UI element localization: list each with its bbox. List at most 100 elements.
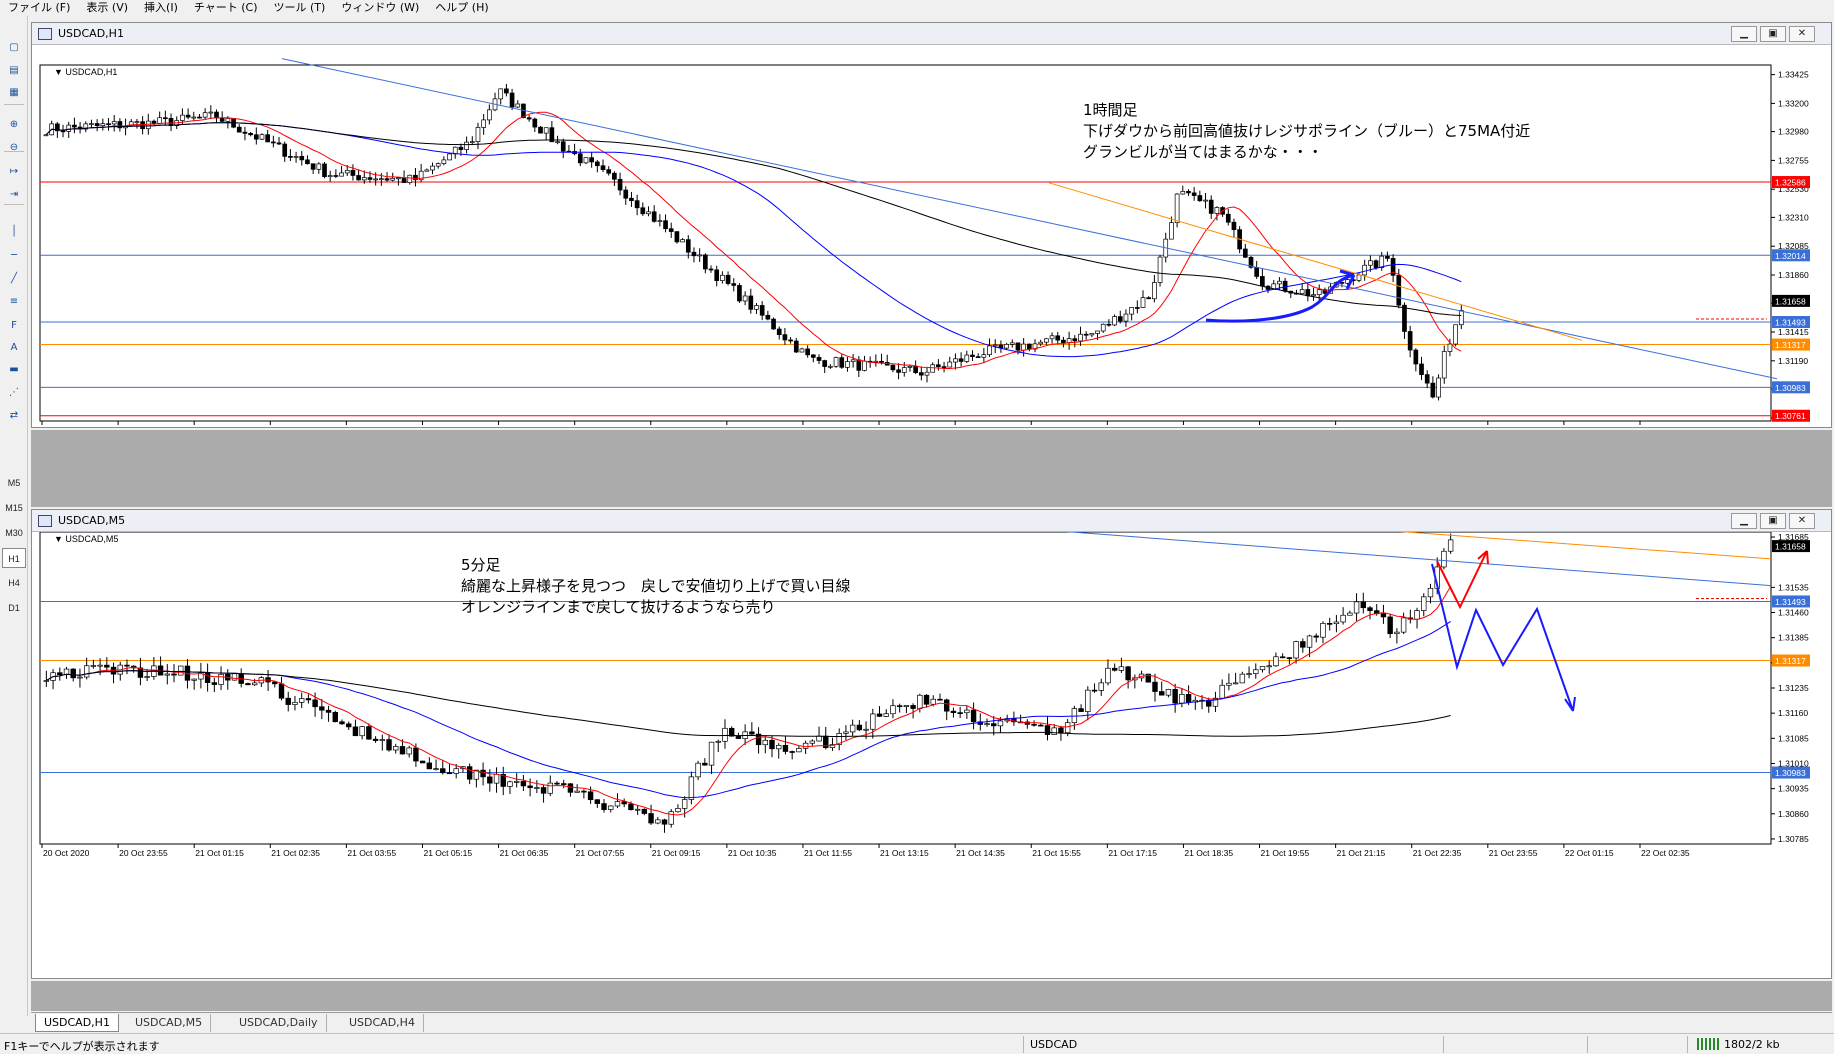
candle-body: [802, 742, 809, 749]
menu-item-2[interactable]: 挿入(I): [136, 0, 186, 15]
price-tick-label: 1.33200: [1778, 98, 1809, 108]
window-titlebar[interactable]: USDCAD,M5 ▁ ▣ ✕: [32, 510, 1831, 532]
time-tick-label: 6 Oct 04:00: [347, 425, 391, 427]
maximize-button[interactable]: ▣: [1760, 513, 1786, 529]
candle-body: [1305, 289, 1311, 297]
candle-body: [134, 121, 140, 123]
time-tick-label: 12 Oct 04:00: [804, 425, 853, 427]
candle-body: [1112, 316, 1117, 326]
timeframe-h1[interactable]: H1: [2, 548, 26, 568]
channel-icon[interactable]: ≡: [3, 292, 25, 312]
timeframe-d1[interactable]: D1: [2, 598, 26, 618]
candle-body: [883, 713, 889, 717]
menu-item-6[interactable]: ヘルプ (H): [427, 0, 496, 15]
level-price-label: 1.30983: [1775, 768, 1806, 778]
zoom-in-icon[interactable]: ⊕: [3, 115, 25, 135]
time-tick-label: 15 Oct 12:00: [1184, 425, 1233, 427]
candle-body: [805, 348, 810, 356]
time-tick-label: 12 Oct 20:00: [880, 425, 929, 427]
chart-window-h1[interactable]: USDCAD,H1 ▁ ▣ ✕ ▼ USDCAD,H1 1.33425 1.3320…: [31, 22, 1832, 428]
chart-shift-icon[interactable]: ↦: [3, 162, 25, 182]
time-tick-label: 21 Oct 23:55: [1489, 848, 1538, 858]
h1-chart-canvas[interactable]: ▼ USDCAD,H1 1.33425 1.33200 1.32980 1.32755 1…: [32, 45, 1831, 427]
menu-item-3[interactable]: チャート (C): [186, 0, 266, 15]
candle-body: [856, 359, 862, 371]
candle-body: [910, 705, 916, 709]
rectangle-icon[interactable]: ▬: [3, 360, 25, 380]
menu-item-5[interactable]: ウィンドウ (W): [333, 0, 427, 15]
vertical-line-icon[interactable]: │: [3, 222, 25, 242]
chart-window-m5[interactable]: USDCAD,M5 ▁ ▣ ✕ ▼ USDCAD,M5 1.31685 1.3153…: [31, 509, 1832, 979]
candle-body: [833, 357, 839, 367]
timeframe-m15[interactable]: M15: [2, 498, 26, 518]
candle-body: [685, 239, 691, 253]
candle-body: [1353, 601, 1360, 614]
horizontal-line-icon[interactable]: ─: [3, 246, 25, 266]
candle-body: [312, 699, 318, 708]
candle-body: [453, 768, 459, 774]
time-tick-label: 21 Oct 13:15: [880, 848, 929, 858]
arrows-icon[interactable]: ⇄: [3, 406, 25, 426]
trendline-icon[interactable]: ╱: [3, 269, 25, 289]
candle-body: [651, 211, 657, 222]
status-help-text: F1キーでヘルプが表示されます: [4, 1040, 160, 1053]
autoscroll-icon[interactable]: ⇥: [3, 185, 25, 205]
candle-body: [1118, 666, 1125, 671]
candle-body: [1259, 666, 1266, 671]
close-button[interactable]: ✕: [1789, 26, 1815, 42]
tab-usdcad-h4[interactable]: USDCAD,H4: [341, 1014, 424, 1032]
minimize-button[interactable]: ▁: [1731, 26, 1757, 42]
menu-item-1[interactable]: 表示 (V): [78, 0, 136, 15]
minimize-button[interactable]: ▁: [1731, 513, 1757, 529]
candle-body: [97, 664, 103, 667]
candle-body: [1232, 682, 1239, 685]
new-chart-icon[interactable]: ▢: [3, 38, 25, 58]
timeframe-m5[interactable]: M5: [2, 473, 26, 493]
time-tick-label: 21 Oct 17:15: [1108, 848, 1157, 858]
market-watch-icon[interactable]: ▦: [3, 83, 25, 103]
plot-area: [39, 532, 1772, 845]
text-tool-icon[interactable]: A: [3, 338, 25, 358]
window-titlebar[interactable]: USDCAD,H1 ▁ ▣ ✕: [32, 23, 1831, 45]
candle-body: [236, 126, 242, 133]
time-tick-label: 14 Oct 04:00: [1032, 425, 1081, 427]
tab-usdcad-m5[interactable]: USDCAD,M5: [127, 1014, 212, 1032]
candle-body: [163, 117, 168, 120]
close-button[interactable]: ✕: [1789, 513, 1815, 529]
candle-body: [1246, 673, 1252, 675]
fibonacci-icon[interactable]: F: [3, 316, 25, 336]
annotation-line: 下げダウから前回高値抜けレジサポライン（ブルー）と75MA付近: [1083, 122, 1531, 140]
candle-body: [997, 720, 1004, 727]
candle-body: [608, 805, 614, 810]
m5-chart-canvas[interactable]: ▼ USDCAD,M5 1.316851.315351.314601.313851…: [32, 532, 1831, 978]
drawing-tools-icon[interactable]: ⋰: [3, 383, 25, 403]
menu-item-0[interactable]: ファイル (F): [0, 0, 78, 15]
tab-usdcad-daily[interactable]: USDCAD,Daily: [231, 1014, 327, 1032]
candle-body: [43, 680, 50, 682]
menu-item-4[interactable]: ツール (T): [266, 0, 334, 15]
price-tick-label: 1.32980: [1778, 127, 1809, 137]
candle-body: [386, 739, 392, 751]
candle-body: [72, 124, 77, 128]
maximize-button[interactable]: ▣: [1760, 26, 1786, 42]
candle-body: [1174, 193, 1180, 223]
time-tick-label: 21 Oct 21:15: [1337, 848, 1386, 858]
zoom-out-icon[interactable]: ⊖: [3, 138, 25, 158]
candle-body: [373, 178, 379, 181]
candle-body: [89, 123, 94, 125]
candle-body: [447, 153, 452, 161]
candle-body: [879, 360, 884, 363]
profiles-icon[interactable]: ▤: [3, 61, 25, 81]
candle-body: [975, 356, 981, 358]
candle-body: [1453, 324, 1458, 345]
timeframe-m30[interactable]: M30: [2, 523, 26, 543]
timeframe-h4[interactable]: H4: [2, 573, 26, 593]
candle-body: [285, 697, 291, 705]
candle-body: [1380, 613, 1387, 618]
candle-body: [731, 283, 737, 286]
tab-usdcad-h1[interactable]: USDCAD,H1: [35, 1014, 119, 1032]
candle-body: [180, 114, 185, 121]
window-title: USDCAD,H1: [58, 27, 124, 40]
candle-body: [70, 668, 76, 679]
candle-body: [984, 723, 990, 725]
